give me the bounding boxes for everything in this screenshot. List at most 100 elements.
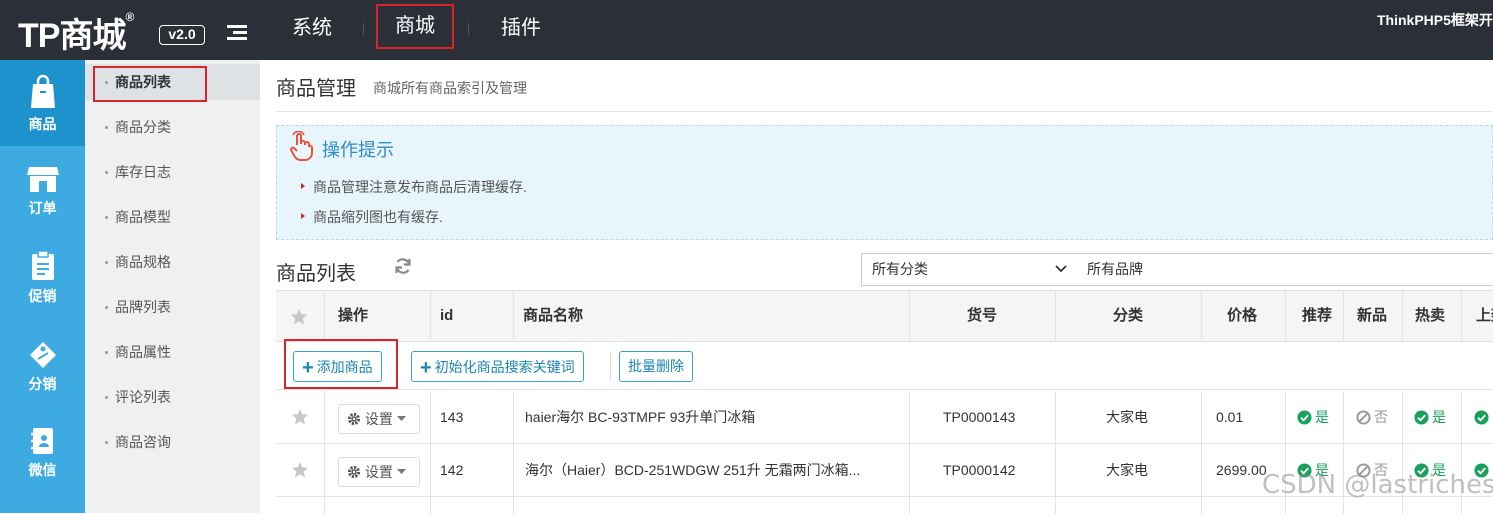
cell-category: 大家电 (1106, 409, 1148, 425)
submenu-item-goods-model[interactable]: 商品模型 (85, 199, 260, 235)
column-divider (1055, 444, 1056, 497)
column-divider (1402, 391, 1403, 444)
column-divider (1402, 291, 1403, 342)
column-divider (324, 291, 325, 342)
column-divider (1461, 391, 1462, 444)
column-header-category[interactable]: 分类 (1113, 291, 1143, 342)
column-header-new[interactable]: 新品 (1357, 291, 1387, 342)
column-divider (909, 444, 910, 497)
caret-down-icon (396, 469, 406, 474)
submenu-item-goods-list[interactable]: 商品列表 (85, 64, 260, 102)
cell-price: 0.01 (1216, 409, 1244, 425)
add-goods-label: 添加商品 (316, 359, 373, 375)
recommend-toggle[interactable]: 是 (1297, 391, 1329, 444)
star-icon[interactable] (290, 308, 308, 325)
column-divider (1461, 291, 1462, 342)
column-divider (1055, 497, 1056, 514)
ban-icon (1356, 410, 1371, 425)
column-divider (324, 444, 325, 497)
init-keywords-button[interactable]: + 初始化商品搜索关键词 (411, 351, 584, 382)
table-header: 操作 id 商品名称 货号 分类 价格 推荐 新品 热卖 上架 (276, 291, 1493, 342)
star-icon[interactable] (291, 461, 309, 478)
gear-icon (347, 412, 361, 426)
add-goods-button[interactable]: + 添加商品 (293, 351, 382, 382)
settings-dropdown-button[interactable]: 设置 (338, 404, 420, 434)
column-divider (513, 391, 514, 444)
submenu-item-goods-attr[interactable]: 商品属性 (85, 334, 260, 370)
column-divider (430, 391, 431, 444)
leftbar-label-wechat: 微信 (28, 462, 57, 478)
column-divider (430, 497, 431, 514)
category-select[interactable]: 所有分类 (861, 253, 1078, 286)
toolbar-divider (610, 352, 611, 380)
new-toggle[interactable]: 否 (1356, 391, 1388, 444)
page-title: 商品管理 (276, 78, 356, 100)
page-subtitle: 商城所有商品索引及管理 (373, 80, 527, 96)
cell-id: 142 (440, 462, 464, 478)
watermark: CSDN @lastriches (1262, 470, 1493, 500)
leftbar-item-orders[interactable]: 订单 (0, 164, 85, 218)
column-divider (513, 291, 514, 342)
on-sale-toggle[interactable] (1474, 391, 1492, 444)
column-header-on-sale[interactable]: 上架 (1476, 291, 1493, 342)
table-toolbar: + 添加商品 + 初始化商品搜索关键词 批量删除 (276, 339, 1493, 390)
column-divider (513, 444, 514, 497)
framework-title: ThinkPHP5框架开 (1377, 12, 1493, 28)
nav-item-system[interactable]: 系统 (292, 0, 332, 60)
logo[interactable]: TP商城® (18, 8, 134, 57)
left-icon-bar: 商品 订单 促销 分销 微信 (0, 60, 85, 513)
leftbar-item-distribution[interactable]: 分销 (0, 340, 85, 394)
nav-item-mall[interactable]: 商城 (376, 4, 454, 49)
nav-item-plugins[interactable]: 插件 (501, 0, 541, 60)
brand-select[interactable]: 所有品牌 (1077, 253, 1493, 286)
highlight-box (93, 66, 207, 102)
star-icon[interactable] (291, 408, 309, 425)
menu-toggle-icon[interactable] (227, 25, 247, 41)
column-header-sku[interactable]: 货号 (967, 291, 997, 342)
submenu-item-stock-log[interactable]: 库存日志 (85, 154, 260, 190)
column-divider (1201, 291, 1202, 342)
column-divider (1285, 291, 1286, 342)
column-header-hot[interactable]: 热卖 (1415, 291, 1445, 342)
column-header-recommend[interactable]: 推荐 (1302, 291, 1332, 342)
column-header-id[interactable]: id (440, 291, 453, 342)
column-divider (1055, 391, 1056, 444)
hot-toggle[interactable]: 是 (1414, 391, 1446, 444)
column-divider (324, 391, 325, 444)
brand-select-value: 所有品牌 (1087, 261, 1143, 277)
batch-delete-button[interactable]: 批量删除 (619, 351, 693, 382)
column-divider (1285, 391, 1286, 444)
shopping-bag-icon (30, 74, 55, 108)
submenu-item-goods-category[interactable]: 商品分类 (85, 109, 260, 145)
tag-icon (29, 342, 56, 368)
column-divider (1055, 291, 1056, 342)
column-header-name[interactable]: 商品名称 (523, 291, 583, 342)
leftbar-item-wechat[interactable]: 微信 (0, 426, 85, 480)
leftbar-label-goods: 商品 (28, 116, 57, 132)
settings-dropdown-button[interactable]: 设置 (338, 457, 420, 487)
settings-label: 设置 (364, 464, 393, 480)
cell-sku: TP0000143 (943, 409, 1016, 425)
notebook-icon (30, 428, 53, 454)
cell-id: 143 (440, 409, 464, 425)
submenu-item-goods-spec[interactable]: 商品规格 (85, 244, 260, 280)
new-value: 否 (1374, 409, 1388, 425)
divider (276, 111, 1493, 112)
store-icon (26, 167, 59, 192)
submenu-item-goods-consult[interactable]: 商品咨询 (85, 424, 260, 460)
column-divider (1343, 391, 1344, 444)
nav-divider (468, 23, 469, 35)
submenu-item-brand-list[interactable]: 品牌列表 (85, 289, 260, 325)
column-divider (909, 291, 910, 342)
leftbar-item-goods[interactable]: 商品 (0, 74, 85, 134)
logo-registered-mark: ® (125, 10, 134, 24)
refresh-icon[interactable] (394, 257, 412, 275)
column-divider (1201, 497, 1202, 514)
top-bar: TP商城® v2.0 系统 商城 插件 ThinkPHP5框架开 (0, 0, 1493, 60)
category-select-value: 所有分类 (872, 261, 928, 277)
leftbar-item-promotion[interactable]: 促销 (0, 250, 85, 306)
column-header-price[interactable]: 价格 (1227, 291, 1257, 342)
main-content: 商品管理 商城所有商品索引及管理 操作提示 商品管理注意发布商品后清理缓存. 商… (260, 60, 1493, 514)
column-header-actions: 操作 (338, 307, 369, 324)
submenu-item-comment-list[interactable]: 评论列表 (85, 379, 260, 415)
